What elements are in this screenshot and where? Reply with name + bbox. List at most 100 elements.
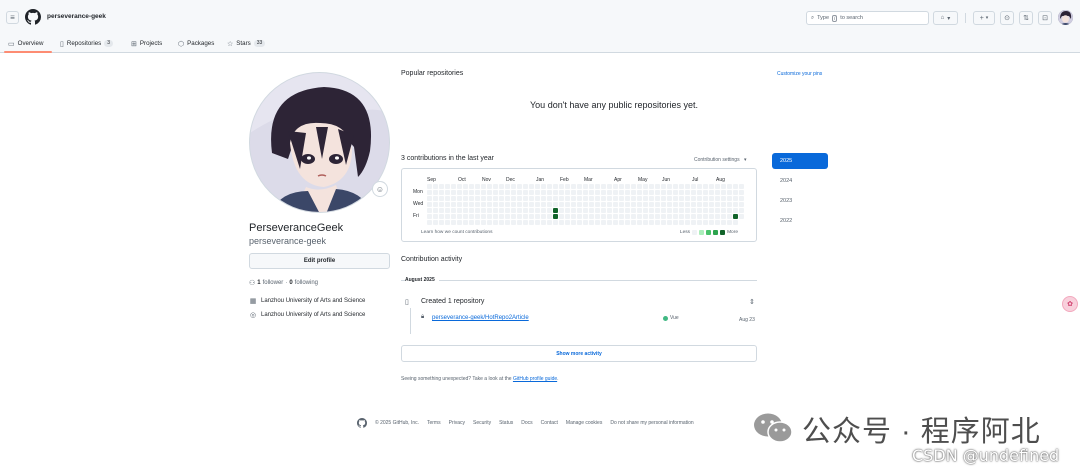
contribution-cell[interactable] (571, 214, 576, 219)
contribution-cell[interactable] (697, 220, 702, 225)
menu-icon[interactable]: ≡ (6, 11, 19, 24)
contribution-cell[interactable] (607, 184, 612, 189)
contribution-cell[interactable] (679, 202, 684, 207)
contribution-cell[interactable] (709, 184, 714, 189)
contribution-cell[interactable] (433, 214, 438, 219)
followers-count[interactable]: 1 (257, 280, 260, 286)
contribution-cell[interactable] (541, 208, 546, 213)
github-logo-icon[interactable] (357, 418, 367, 428)
contribution-cell[interactable] (667, 196, 672, 201)
contribution-cell[interactable] (529, 202, 534, 207)
contribution-cell[interactable] (493, 208, 498, 213)
contribution-cell[interactable] (733, 208, 738, 213)
contribution-cell-active[interactable] (733, 214, 738, 219)
contribution-cell[interactable] (601, 196, 606, 201)
contribution-cell[interactable] (661, 208, 666, 213)
contribution-cell[interactable] (721, 220, 726, 225)
contribution-cell[interactable] (511, 184, 516, 189)
contribution-cell[interactable] (679, 208, 684, 213)
contribution-cell[interactable] (541, 184, 546, 189)
contribution-cell[interactable] (715, 214, 720, 219)
contribution-cell[interactable] (589, 190, 594, 195)
contribution-cell[interactable] (637, 208, 642, 213)
contribution-cell[interactable] (427, 184, 432, 189)
contribution-cell[interactable] (553, 190, 558, 195)
contribution-cell[interactable] (541, 202, 546, 207)
contribution-cell[interactable] (595, 202, 600, 207)
contribution-cell[interactable] (697, 190, 702, 195)
following-label[interactable]: following (295, 280, 318, 286)
contribution-cell[interactable] (613, 208, 618, 213)
contribution-cell[interactable] (475, 214, 480, 219)
contribution-cell[interactable] (673, 202, 678, 207)
contribution-cell[interactable] (475, 220, 480, 225)
contribution-cell[interactable] (583, 184, 588, 189)
contribution-cell[interactable] (595, 196, 600, 201)
contribution-cell[interactable] (481, 220, 486, 225)
contribution-cell[interactable] (733, 196, 738, 201)
contribution-cell[interactable] (661, 190, 666, 195)
contribution-cell[interactable] (565, 190, 570, 195)
owner-name[interactable]: perseverance-geek (47, 13, 106, 20)
contribution-cell[interactable] (655, 190, 660, 195)
contribution-cell[interactable] (505, 190, 510, 195)
contribution-cell[interactable] (493, 184, 498, 189)
contribution-cell[interactable] (739, 202, 744, 207)
contribution-cell[interactable] (439, 190, 444, 195)
contribution-cell[interactable] (625, 220, 630, 225)
contribution-cell[interactable] (487, 208, 492, 213)
contribution-cell[interactable] (733, 190, 738, 195)
contribution-cell[interactable] (469, 190, 474, 195)
contribution-cell[interactable] (631, 220, 636, 225)
contribution-cell[interactable] (685, 196, 690, 201)
contribution-cell[interactable] (595, 214, 600, 219)
contribution-cell[interactable] (469, 202, 474, 207)
contribution-cell[interactable] (601, 214, 606, 219)
followers-label[interactable]: follower (263, 280, 284, 286)
contribution-cell[interactable] (433, 184, 438, 189)
contribution-cell[interactable] (523, 196, 528, 201)
contribution-cell[interactable] (427, 220, 432, 225)
contribution-cell[interactable] (457, 220, 462, 225)
contribution-cell[interactable] (463, 184, 468, 189)
contribution-cell[interactable] (625, 184, 630, 189)
contribution-cell[interactable] (607, 190, 612, 195)
contribution-cell[interactable] (679, 220, 684, 225)
contribution-cell[interactable] (667, 208, 672, 213)
contribution-cell[interactable] (643, 196, 648, 201)
contribution-cell[interactable] (451, 202, 456, 207)
year-button-2022[interactable]: 2022 (772, 213, 828, 229)
contribution-cell[interactable] (649, 220, 654, 225)
contribution-cell[interactable] (535, 220, 540, 225)
contribution-cell[interactable] (685, 190, 690, 195)
profile-avatar[interactable] (249, 72, 390, 213)
contribution-cell[interactable] (715, 184, 720, 189)
contribution-cell[interactable] (517, 208, 522, 213)
contribution-cell[interactable] (439, 202, 444, 207)
contribution-cell[interactable] (673, 208, 678, 213)
contribution-cell[interactable] (619, 208, 624, 213)
contribution-cell[interactable] (445, 196, 450, 201)
contribution-cell[interactable] (439, 220, 444, 225)
contribution-cell[interactable] (727, 184, 732, 189)
contribution-cell[interactable] (721, 184, 726, 189)
set-status-button[interactable]: ☺ (372, 181, 388, 197)
contribution-cell[interactable] (439, 214, 444, 219)
contribution-cell[interactable] (739, 196, 744, 201)
contribution-cell[interactable] (607, 208, 612, 213)
contribution-cell[interactable] (499, 214, 504, 219)
contribution-cell[interactable] (643, 202, 648, 207)
contribution-cell[interactable] (637, 196, 642, 201)
contribution-cell[interactable] (703, 214, 708, 219)
contribution-cell[interactable] (511, 202, 516, 207)
contribution-cell[interactable] (727, 208, 732, 213)
contribution-cell[interactable] (655, 208, 660, 213)
contribution-cell[interactable] (697, 184, 702, 189)
contribution-cell[interactable] (655, 184, 660, 189)
contribution-cell[interactable] (565, 208, 570, 213)
edit-profile-button[interactable]: Edit profile (249, 253, 390, 269)
contribution-cell[interactable] (547, 208, 552, 213)
contribution-cell[interactable] (505, 202, 510, 207)
contribution-cell[interactable] (673, 214, 678, 219)
contribution-cell[interactable] (727, 214, 732, 219)
